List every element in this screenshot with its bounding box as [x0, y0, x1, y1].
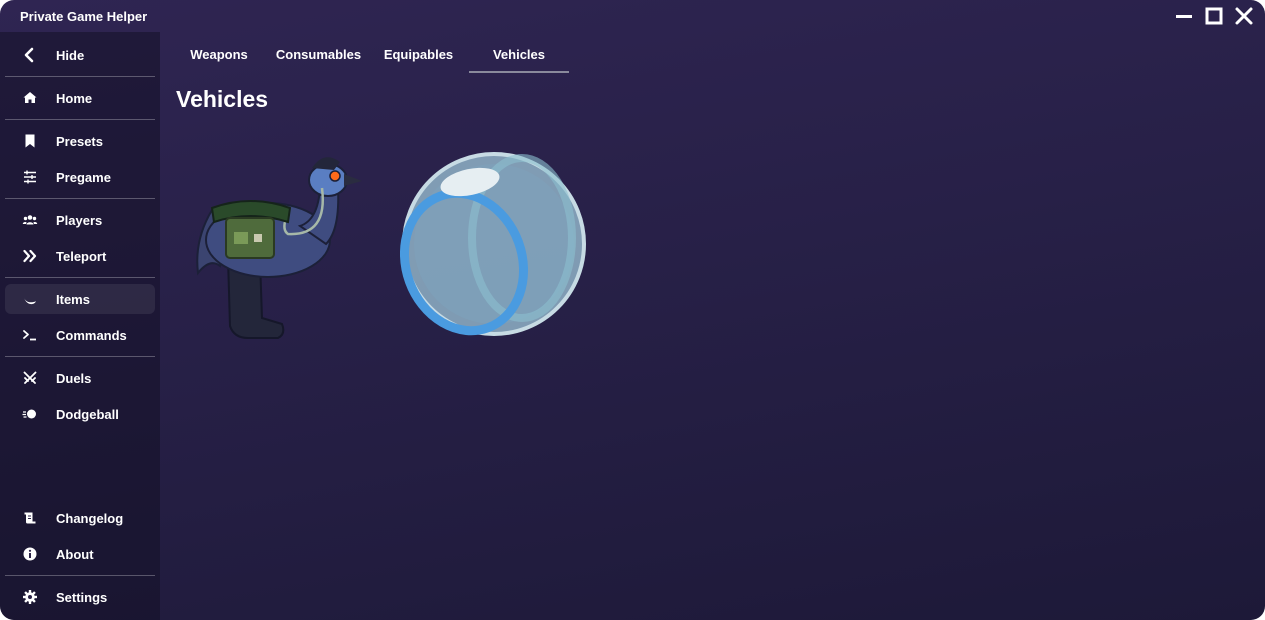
sidebar-item-teleport[interactable]: Teleport — [5, 241, 155, 271]
tab-equipables[interactable]: Equipables — [373, 47, 464, 71]
page-title: Vehicles — [176, 86, 269, 112]
users-icon — [22, 212, 38, 228]
app-window: Private Game Helper Hide Home Presets Pr… — [0, 0, 1265, 620]
terminal-icon — [22, 327, 38, 343]
sidebar-item-label: Settings — [56, 590, 108, 605]
sidebar-item-players[interactable]: Players — [5, 205, 155, 235]
sidebar-item-presets[interactable]: Presets — [5, 126, 155, 156]
sidebar-item-label: Dodgeball — [56, 407, 119, 422]
sidebar: Hide Home Presets Pregame Players Telepo… — [0, 32, 160, 620]
minimize-icon — [1176, 15, 1192, 18]
sidebar-item-home[interactable]: Home — [5, 83, 155, 113]
tab-vehicles[interactable]: Vehicles — [469, 47, 569, 73]
maximize-button[interactable] — [1202, 4, 1226, 28]
sidebar-divider — [5, 575, 155, 576]
gear-icon — [22, 589, 38, 605]
sidebar-item-label: Hide — [56, 48, 85, 63]
info-icon — [22, 546, 38, 562]
moon-icon — [22, 291, 38, 307]
sidebar-item-duels[interactable]: Duels — [5, 363, 155, 393]
sidebar-item-hide[interactable]: Hide — [5, 40, 155, 70]
ball-icon — [22, 406, 38, 422]
home-icon — [22, 90, 38, 106]
close-button[interactable] — [1232, 4, 1256, 28]
sidebar-item-about[interactable]: About — [5, 539, 155, 569]
scroll-icon — [22, 510, 38, 526]
sidebar-item-label: Duels — [56, 371, 92, 386]
bookmark-icon — [22, 133, 38, 149]
sidebar-item-label: About — [56, 547, 94, 562]
app-title: Private Game Helper — [20, 9, 148, 24]
sidebar-item-changelog[interactable]: Changelog — [5, 503, 155, 533]
sidebar-item-dodgeball[interactable]: Dodgeball — [5, 399, 155, 429]
minimize-button[interactable] — [1172, 4, 1196, 28]
hamster-ball-icon — [400, 152, 586, 336]
vehicle-card-emu[interactable] — [190, 148, 370, 343]
crossed-swords-icon — [22, 370, 38, 386]
sidebar-item-label: Presets — [56, 134, 103, 149]
sidebar-item-commands[interactable]: Commands — [5, 320, 155, 350]
sidebar-item-label: Changelog — [56, 511, 124, 526]
sidebar-item-items[interactable]: Items — [5, 284, 155, 314]
vehicle-card-hamster-ball[interactable] — [400, 150, 590, 340]
sidebar-item-label: Home — [56, 91, 93, 106]
close-icon — [1235, 7, 1253, 25]
sidebar-item-pregame[interactable]: Pregame — [5, 162, 155, 192]
sidebar-divider — [5, 198, 155, 199]
tab-weapons[interactable]: Weapons — [177, 47, 261, 71]
sidebar-divider — [5, 277, 155, 278]
maximize-icon — [1205, 7, 1223, 25]
sidebar-item-label: Pregame — [56, 170, 111, 185]
sidebar-item-label: Teleport — [56, 249, 107, 264]
double-chevron-right-icon — [22, 248, 38, 264]
tab-consumables[interactable]: Consumables — [270, 47, 367, 71]
sidebar-divider — [5, 76, 155, 77]
sidebar-item-label: Players — [56, 213, 103, 228]
sliders-icon — [22, 169, 38, 185]
sidebar-divider — [5, 119, 155, 120]
sidebar-divider — [5, 356, 155, 357]
emu-mount-icon — [196, 157, 362, 339]
sidebar-item-settings[interactable]: Settings — [5, 582, 155, 612]
chevron-left-icon — [22, 47, 38, 63]
title-bar[interactable]: Private Game Helper — [0, 0, 1265, 32]
sidebar-item-label: Items — [56, 292, 90, 307]
sidebar-item-label: Commands — [56, 328, 127, 343]
